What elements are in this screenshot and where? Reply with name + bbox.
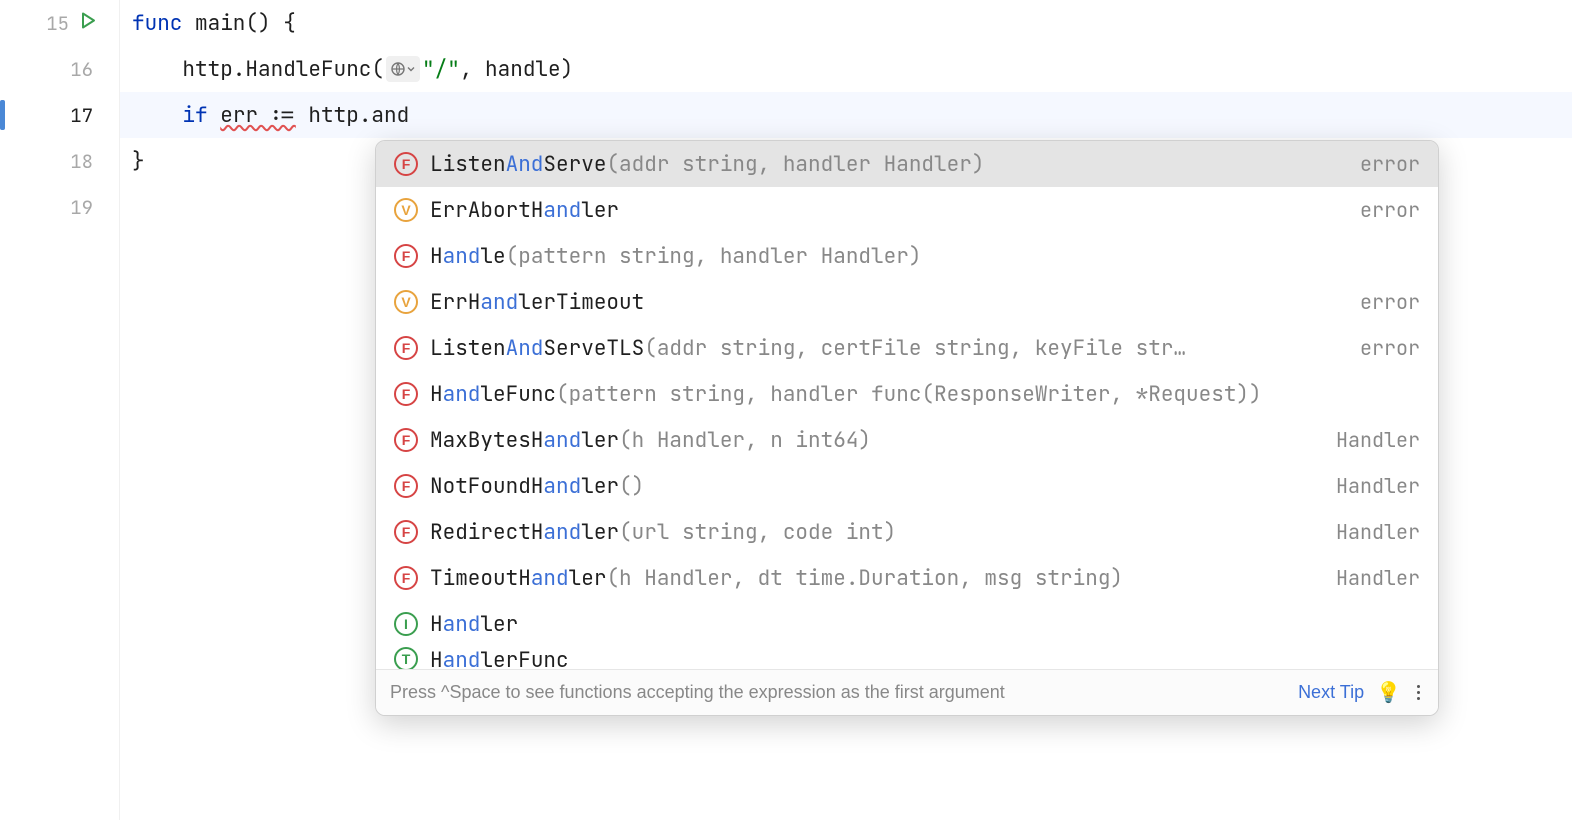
completion-kind-icon: T (394, 647, 418, 669)
completion-kind-icon: F (394, 520, 418, 544)
code-text: main() { (182, 10, 295, 37)
line-number[interactable]: 15 (0, 0, 119, 46)
completion-kind-icon: V (394, 290, 418, 314)
globe-icon[interactable] (386, 56, 420, 82)
indent (132, 102, 182, 129)
completion-item[interactable]: F NotFoundHandler() Handler (376, 463, 1438, 509)
completion-label: HandleFunc(pattern string, handler func(… (430, 381, 1420, 408)
completion-footer: Press ^Space to see functions accepting … (376, 669, 1438, 715)
keyword: func (132, 10, 182, 37)
code-text: http.and (296, 102, 409, 129)
more-icon[interactable] (1413, 681, 1424, 704)
completion-item[interactable]: F RedirectHandler(url string, code int) Ha… (376, 509, 1438, 555)
completion-item[interactable]: F MaxBytesHandler(h Handler, n int64) Hand… (376, 417, 1438, 463)
completion-label: ListenAndServeTLS(addr string, certFile … (430, 335, 1338, 362)
completion-label: RedirectHandler(url string, code int) (430, 519, 1314, 546)
completion-return-type: Handler (1336, 427, 1420, 453)
completion-popup[interactable]: F ListenAndServe(addr string, handler Han… (375, 140, 1439, 716)
line-number[interactable]: 16 (0, 46, 119, 92)
next-tip-link[interactable]: Next Tip (1298, 682, 1364, 703)
completion-label: ErrAbortHandler (430, 197, 1338, 224)
footer-tip-text: Press ^Space to see functions accepting … (390, 682, 1286, 703)
completion-item[interactable]: I Handler (376, 601, 1438, 647)
completion-kind-icon: V (394, 198, 418, 222)
code-line-17[interactable]: if err := http.and (120, 92, 1572, 138)
completion-label: TimeoutHandler(h Handler, dt time.Durati… (430, 565, 1314, 592)
completion-kind-icon: F (394, 244, 418, 268)
line-number[interactable]: 17 (0, 92, 119, 138)
completion-label: Handle(pattern string, handler Handler) (430, 243, 1420, 270)
completion-label: HandlerFunc (430, 647, 1420, 669)
code-text (208, 102, 221, 129)
completion-kind-icon: F (394, 152, 418, 176)
line-number[interactable]: 19 (0, 184, 119, 230)
completion-return-type: error (1360, 151, 1420, 177)
completion-label: MaxBytesHandler(h Handler, n int64) (430, 427, 1314, 454)
completion-item[interactable]: F ListenAndServeTLS(addr string, certFile… (376, 325, 1438, 371)
completion-label: ErrHandlerTimeout (430, 289, 1338, 316)
completion-return-type: Handler (1336, 519, 1420, 545)
completion-kind-icon: F (394, 474, 418, 498)
completion-item[interactable]: F TimeoutHandler(h Handler, dt time.Durat… (376, 555, 1438, 601)
completion-kind-icon: I (394, 612, 418, 636)
error-underline: err := (220, 102, 296, 129)
completion-item[interactable]: V ErrHandlerTimeout error (376, 279, 1438, 325)
completion-item[interactable]: F ListenAndServe(addr string, handler Han… (376, 141, 1438, 187)
indent (132, 56, 182, 83)
completion-return-type: error (1360, 197, 1420, 223)
lightbulb-icon[interactable]: 💡 (1376, 680, 1401, 705)
keyword: if (182, 102, 207, 129)
code-text: http.HandleFunc( (182, 56, 384, 83)
chevron-down-icon (406, 64, 416, 74)
completion-item[interactable]: F HandleFunc(pattern string, handler func… (376, 371, 1438, 417)
completion-return-type: error (1360, 335, 1420, 361)
string-literal: "/" (422, 56, 460, 83)
completion-return-type: Handler (1336, 565, 1420, 591)
completion-kind-icon: F (394, 382, 418, 406)
gutter: 1516171819 (0, 0, 120, 820)
completion-return-type: error (1360, 289, 1420, 315)
line-number[interactable]: 18 (0, 138, 119, 184)
completion-return-type: Handler (1336, 473, 1420, 499)
completion-list[interactable]: F ListenAndServe(addr string, handler Han… (376, 141, 1438, 669)
completion-kind-icon: F (394, 566, 418, 590)
completion-kind-icon: F (394, 428, 418, 452)
completion-item[interactable]: V ErrAbortHandler error (376, 187, 1438, 233)
completion-label: ListenAndServe(addr string, handler Hand… (430, 151, 1338, 178)
completion-item[interactable]: F Handle(pattern string, handler Handler) (376, 233, 1438, 279)
completion-kind-icon: F (394, 336, 418, 360)
code-text: } (132, 148, 145, 175)
code-line-15[interactable]: func main() { (132, 0, 1572, 46)
code-text: , handle) (460, 56, 573, 83)
run-icon[interactable] (79, 11, 97, 36)
completion-label: NotFoundHandler() (430, 473, 1314, 500)
completion-label: Handler (430, 611, 1420, 638)
completion-item[interactable]: T HandlerFunc (376, 647, 1438, 669)
code-line-16[interactable]: http.HandleFunc( "/", handle) (132, 46, 1572, 92)
